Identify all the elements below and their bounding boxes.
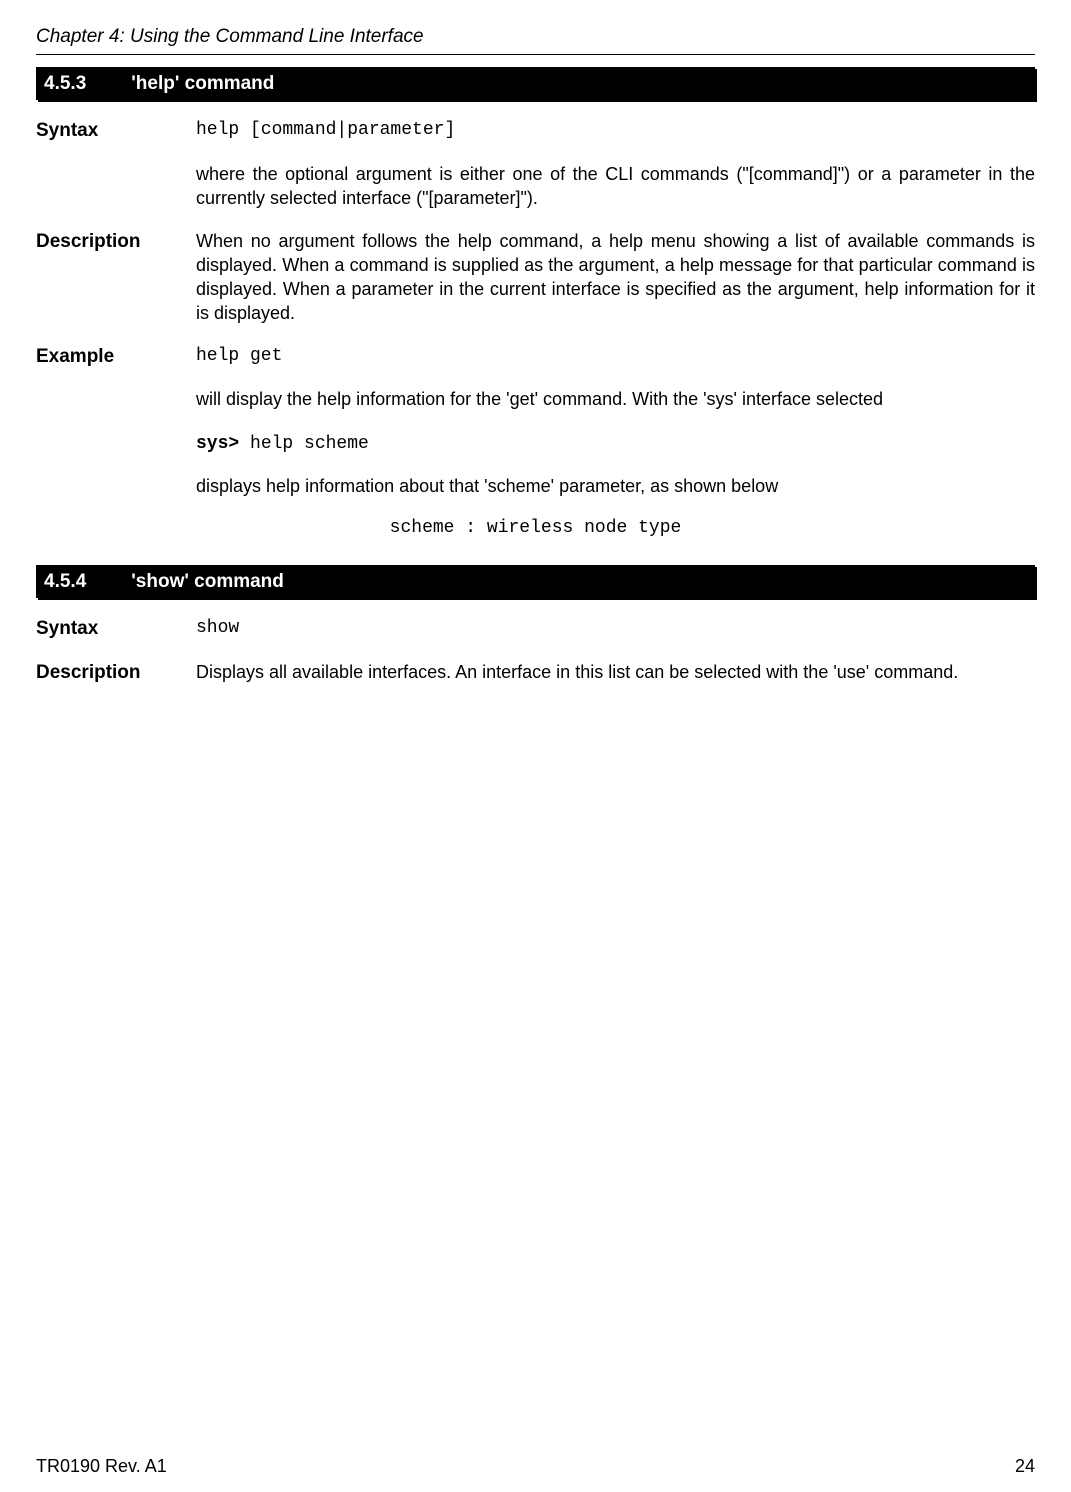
syntax-code-2: show: [196, 616, 1035, 640]
doc-id: TR0190 Rev. A1: [36, 1454, 167, 1478]
example-text-row: will display the help information for th…: [36, 387, 1035, 411]
syntax-label-2: Syntax: [36, 616, 196, 642]
section-heading-help: 4.5.3 'help' command: [36, 67, 1035, 101]
description-label: Description: [36, 229, 196, 255]
section-title-2: 'show' command: [131, 571, 284, 592]
example-row: Example help get: [36, 344, 1035, 370]
description-text: When no argument follows the help comman…: [196, 229, 1035, 326]
example-code: help get: [196, 344, 1035, 368]
example-text-1: will display the help information for th…: [196, 387, 1035, 411]
example-text-2: displays help information about that 'sc…: [196, 474, 1035, 498]
page-number: 24: [1015, 1454, 1035, 1478]
syntax-code: help [command|parameter]: [196, 118, 1035, 142]
example-output: scheme : wireless node type: [36, 516, 1035, 540]
prompt-command: help scheme: [239, 434, 369, 454]
example-text2-row: displays help information about that 'sc…: [36, 474, 1035, 498]
page-footer: TR0190 Rev. A1 24: [36, 1454, 1035, 1478]
description-row-2: Description Displays all available inter…: [36, 660, 1035, 686]
example-prompt-row: sys> help scheme: [36, 430, 1035, 456]
example-label: Example: [36, 344, 196, 370]
description-text-2: Displays all available interfaces. An in…: [196, 660, 1035, 684]
chapter-title: Chapter 4: Using the Command Line Interf…: [36, 24, 1035, 50]
header-rule: [36, 54, 1035, 55]
syntax-label: Syntax: [36, 118, 196, 144]
syntax-text: where the optional argument is either on…: [196, 162, 1035, 211]
description-row: Description When no argument follows the…: [36, 229, 1035, 326]
example-prompt-line: sys> help scheme: [196, 430, 1035, 456]
syntax-desc-row: where the optional argument is either on…: [36, 162, 1035, 211]
prompt: sys>: [196, 434, 239, 454]
section-number-2: 4.5.4: [44, 569, 126, 595]
syntax-row-2: Syntax show: [36, 616, 1035, 642]
description-label-2: Description: [36, 660, 196, 686]
section-number: 4.5.3: [44, 71, 126, 97]
section-title: 'help' command: [131, 73, 274, 94]
section-heading-show: 4.5.4 'show' command: [36, 565, 1035, 599]
syntax-row: Syntax help [command|parameter]: [36, 118, 1035, 144]
